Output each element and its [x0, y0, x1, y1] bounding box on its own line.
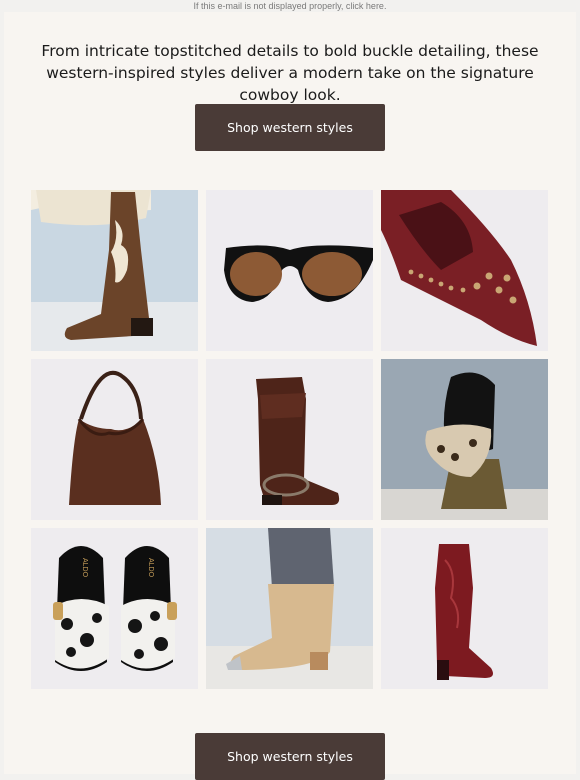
product-tile-cow-clog[interactable]: ALDO ALDO — [31, 528, 198, 689]
hobo-bag-image — [31, 359, 198, 520]
product-grid: ALDO ALDO — [31, 190, 549, 690]
sunglasses-image — [206, 190, 373, 351]
preheader-link[interactable]: If this e-mail is not displayed properly… — [0, 0, 580, 12]
aldo-logo-left: ALDO — [81, 558, 88, 578]
product-tile-hobo-bag[interactable] — [31, 359, 198, 520]
scarf-bag-image — [381, 359, 548, 520]
product-tile-scarf-bag[interactable] — [381, 359, 548, 520]
cow-clog-image: ALDO ALDO — [31, 528, 198, 689]
email-card: From intricate topstitched details to bo… — [4, 12, 576, 780]
embroidered-bootie-image — [206, 528, 373, 689]
product-tile-studded-pump[interactable] — [381, 190, 548, 351]
fringe-boot-image — [206, 359, 373, 520]
western-boot-image — [31, 190, 198, 351]
product-tile-sunglasses[interactable] — [206, 190, 373, 351]
shop-western-styles-button-top[interactable]: Shop western styles — [195, 104, 385, 151]
intro-text: From intricate topstitched details to bo… — [41, 42, 539, 104]
product-tile-western-boot[interactable] — [31, 190, 198, 351]
product-tile-red-western-boot[interactable] — [381, 528, 548, 689]
product-tile-embroidered-bootie[interactable] — [206, 528, 373, 689]
studded-pump-image — [381, 190, 548, 351]
aldo-logo-right: ALDO — [147, 558, 154, 578]
shop-western-styles-button-bottom[interactable]: Shop western styles — [195, 733, 385, 780]
product-tile-fringe-boot[interactable] — [206, 359, 373, 520]
red-western-boot-image — [381, 528, 548, 689]
